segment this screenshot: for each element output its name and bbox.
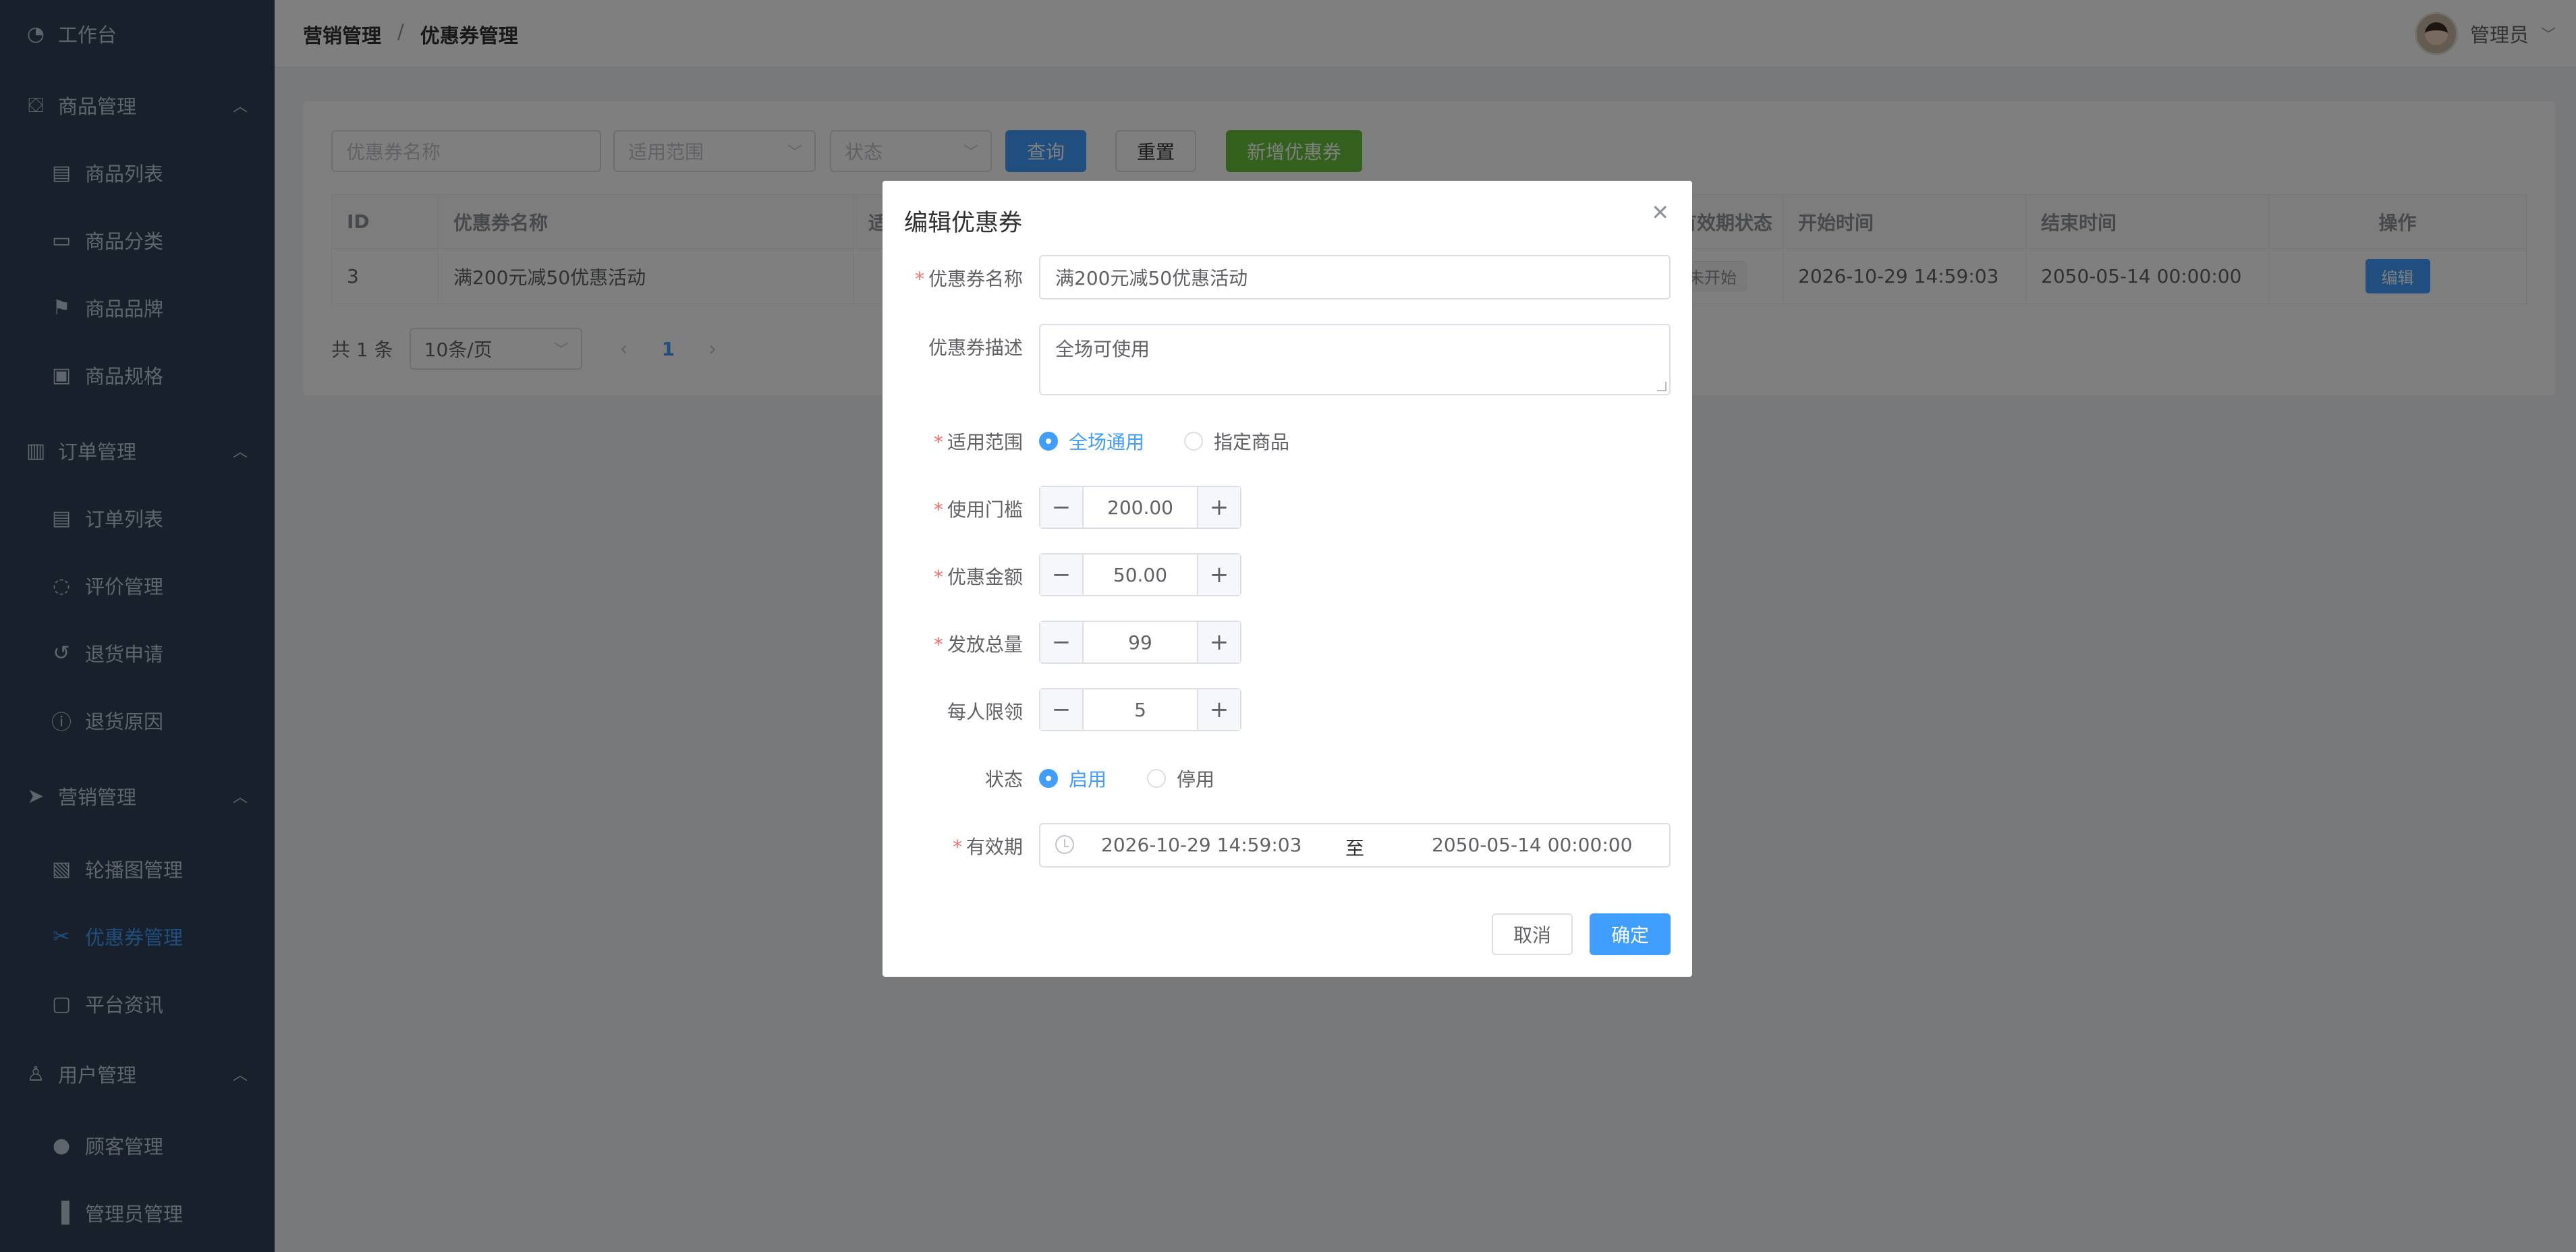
status-option-disabled: 停用: [1177, 768, 1215, 791]
required-mark: *: [933, 633, 943, 656]
scope-option-specific: 指定商品: [1214, 431, 1290, 453]
coupon-desc-value: 全场可使用: [1055, 338, 1150, 360]
scope-option-all: 全场通用: [1069, 431, 1145, 453]
scope-radio-all[interactable]: 全场通用: [1039, 428, 1144, 455]
limit-label: 每人限领: [947, 701, 1023, 723]
status-label: 状态: [984, 768, 1023, 791]
amount-label-text: 优惠金额: [947, 566, 1023, 588]
status-radio-disabled[interactable]: 停用: [1147, 765, 1214, 792]
edit-coupon-dialog: 编辑优惠券 ✕ * 优惠券名称 满200元减50优惠活动 优惠券描述 全场可使用 …: [883, 181, 1692, 977]
plus-icon[interactable]: +: [1197, 622, 1240, 662]
validity-label: * 有效期: [883, 832, 1023, 859]
dialog-title: 编辑优惠券: [904, 210, 1023, 237]
scope-label-text: 适用范围: [947, 431, 1023, 453]
clock-icon: [1055, 835, 1074, 854]
plus-icon[interactable]: +: [1197, 487, 1240, 528]
coupon-name-label-text: 优惠券名称: [928, 268, 1023, 290]
resize-handle-icon[interactable]: [1657, 382, 1667, 391]
total-label: * 发放总量: [883, 630, 1023, 657]
coupon-desc-field[interactable]: 全场可使用: [1039, 324, 1671, 395]
validity-date-range[interactable]: 2026-10-29 14:59:03 至 2050-05-14 00:00:0…: [1039, 823, 1671, 867]
scope-radio-specific[interactable]: 指定商品: [1184, 428, 1289, 455]
required-mark: *: [952, 836, 962, 858]
coupon-desc-label: 优惠券描述: [928, 337, 1023, 359]
amount-value[interactable]: 50.00: [1084, 554, 1197, 595]
validity-separator: 至: [1345, 837, 1365, 859]
limit-value[interactable]: 5: [1084, 689, 1197, 730]
total-stepper: − 99 +: [1039, 621, 1241, 664]
cancel-button[interactable]: 取消: [1492, 913, 1573, 955]
required-mark: *: [933, 566, 943, 588]
coupon-name-field[interactable]: 满200元减50优惠活动: [1039, 255, 1671, 300]
minus-icon[interactable]: −: [1040, 487, 1084, 528]
minus-icon[interactable]: −: [1040, 622, 1084, 662]
close-icon[interactable]: ✕: [1651, 200, 1669, 225]
amount-stepper: − 50.00 +: [1039, 553, 1241, 596]
required-mark: *: [914, 268, 924, 290]
scope-label: * 适用范围: [883, 428, 1023, 455]
coupon-name-value: 满200元减50优惠活动: [1055, 267, 1248, 289]
status-radio-enabled[interactable]: 启用: [1039, 765, 1107, 792]
radio-unchecked-icon: [1147, 769, 1166, 788]
minus-icon[interactable]: −: [1040, 689, 1084, 730]
coupon-name-label: * 优惠券名称: [883, 264, 1023, 291]
status-option-enabled: 启用: [1069, 768, 1107, 791]
plus-icon[interactable]: +: [1197, 554, 1240, 595]
confirm-button[interactable]: 确定: [1590, 913, 1671, 955]
amount-label: * 优惠金额: [883, 563, 1023, 590]
threshold-stepper: − 200.00 +: [1039, 486, 1241, 529]
limit-stepper: − 5 +: [1039, 688, 1241, 731]
total-value[interactable]: 99: [1084, 622, 1197, 662]
threshold-label-text: 使用门槛: [947, 499, 1023, 521]
threshold-label: * 使用门槛: [883, 495, 1023, 522]
required-mark: *: [933, 431, 943, 453]
radio-unchecked-icon: [1184, 432, 1203, 451]
validity-start[interactable]: 2026-10-29 14:59:03: [1101, 834, 1301, 856]
radio-checked-icon: [1039, 432, 1058, 451]
threshold-value[interactable]: 200.00: [1084, 487, 1197, 528]
plus-icon[interactable]: +: [1197, 689, 1240, 730]
minus-icon[interactable]: −: [1040, 554, 1084, 595]
required-mark: *: [933, 499, 943, 521]
radio-checked-icon: [1039, 769, 1058, 788]
total-label-text: 发放总量: [947, 633, 1023, 656]
validity-label-text: 有效期: [965, 836, 1023, 858]
validity-end[interactable]: 2050-05-14 00:00:00: [1432, 834, 1632, 856]
